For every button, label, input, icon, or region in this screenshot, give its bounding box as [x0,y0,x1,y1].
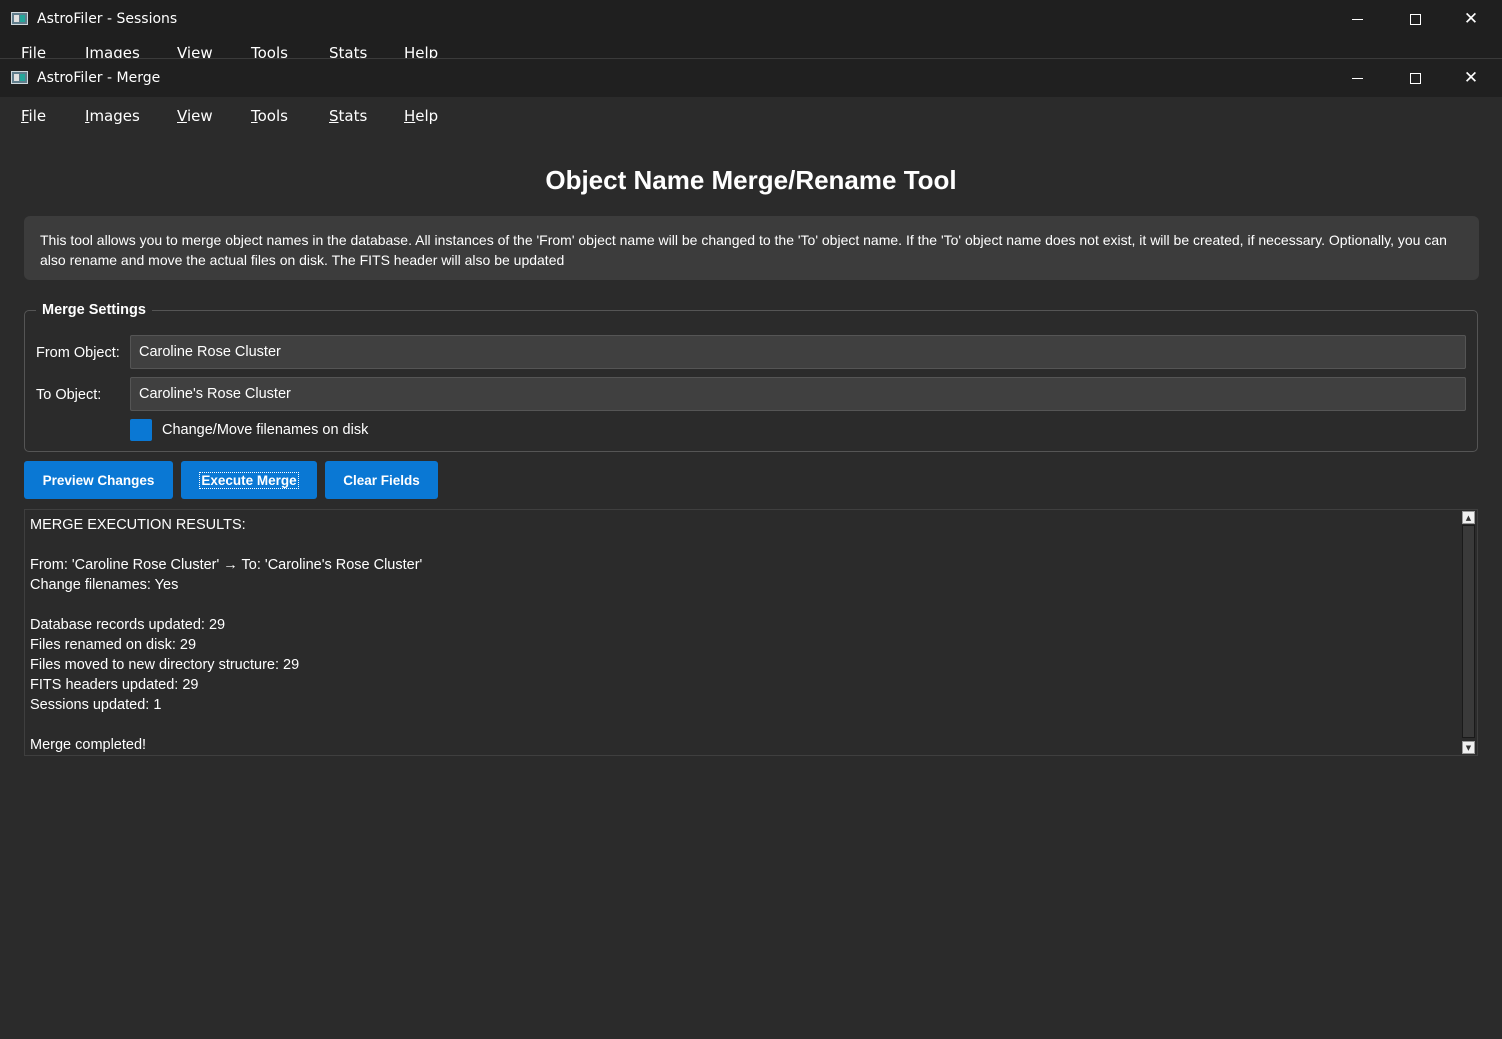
scroll-down-icon[interactable]: ▼ [1462,741,1475,754]
background-window-title: AstroFiler - Sessions [37,11,178,27]
menu-mnemonic: V [177,107,187,125]
menu-file[interactable]: File [21,107,46,125]
from-object-label: From Object: [36,345,120,361]
app-icon [11,71,28,84]
menu-mnemonic: T [251,107,258,125]
background-window: AstroFiler - Sessions ✕ File Images View… [0,0,1502,60]
output-line: Merge completed! [30,737,147,753]
results-scrollbar[interactable]: ▲ ▼ [1461,510,1476,755]
output-line: Database records updated: 29 [30,617,226,633]
to-object-input[interactable]: Caroline's Rose Cluster [130,377,1466,411]
menu-label: ile [28,107,47,125]
background-titlebar[interactable]: AstroFiler - Sessions ✕ [0,0,1502,38]
menu-help[interactable]: Help [404,107,438,125]
maximize-icon[interactable] [1386,59,1444,97]
close-icon[interactable]: ✕ [1442,59,1500,97]
to-object-label: To Object: [36,387,102,403]
maximize-icon[interactable] [1386,0,1444,38]
menu-view[interactable]: View [177,107,213,125]
execute-merge-button[interactable]: Execute Merge [181,461,317,499]
menu-label: mages [89,107,140,125]
change-filenames-checkbox[interactable] [130,419,152,441]
output-line: Files moved to new directory structure: … [30,657,300,673]
output-line: MERGE EXECUTION RESULTS: [30,517,246,533]
menu-tools[interactable]: Tools [251,107,288,125]
menu-mnemonic: F [21,107,29,125]
scroll-up-icon[interactable]: ▲ [1462,511,1475,524]
merge-settings-group: Merge Settings From Object: Caroline Ros… [24,302,1478,452]
scrollbar-thumb[interactable] [1462,525,1475,738]
window-titlebar[interactable]: AstroFiler - Merge ✕ [0,59,1502,97]
execute-merge-label: Execute Merge [199,471,299,489]
menu-label: iew [186,107,213,125]
minimize-icon[interactable] [1328,0,1386,38]
menu-label: tats [338,107,368,125]
page-title: Object Name Merge/Rename Tool [545,165,957,195]
from-object-input[interactable]: Caroline Rose Cluster [130,335,1466,369]
results-text: MERGE EXECUTION RESULTS: From: 'Caroline … [30,515,422,755]
menu-stats[interactable]: Stats [329,107,367,125]
output-line: Sessions updated: 1 [30,697,162,713]
merge-settings-title: Merge Settings [36,302,152,318]
output-line: Change filenames: Yes [30,577,179,593]
window-title: AstroFiler - Merge [37,70,161,86]
info-description: This tool allows you to merge object nam… [24,216,1479,280]
menu-label: elp [415,107,439,125]
menubar: File Images View Tools Stats Help [0,97,1502,137]
clear-fields-button[interactable]: Clear Fields [325,461,438,499]
close-icon[interactable]: ✕ [1442,0,1500,38]
change-filenames-label[interactable]: Change/Move filenames on disk [162,422,368,438]
merge-window: AstroFiler - Merge ✕ File Images View To… [0,58,1502,1039]
output-line: FITS headers updated: 29 [30,677,199,693]
output-line: From: 'Caroline Rose Cluster' → To: 'Car… [30,557,423,573]
menu-mnemonic: S [329,107,339,125]
app-icon [11,12,28,25]
menu-images[interactable]: Images [85,107,140,125]
preview-changes-button[interactable]: Preview Changes [24,461,173,499]
menu-mnemonic: H [404,107,416,125]
minimize-icon[interactable] [1328,59,1386,97]
output-line: Files renamed on disk: 29 [30,637,197,653]
menu-label: ools [257,107,288,125]
results-output[interactable]: MERGE EXECUTION RESULTS: From: 'Caroline … [24,509,1478,756]
